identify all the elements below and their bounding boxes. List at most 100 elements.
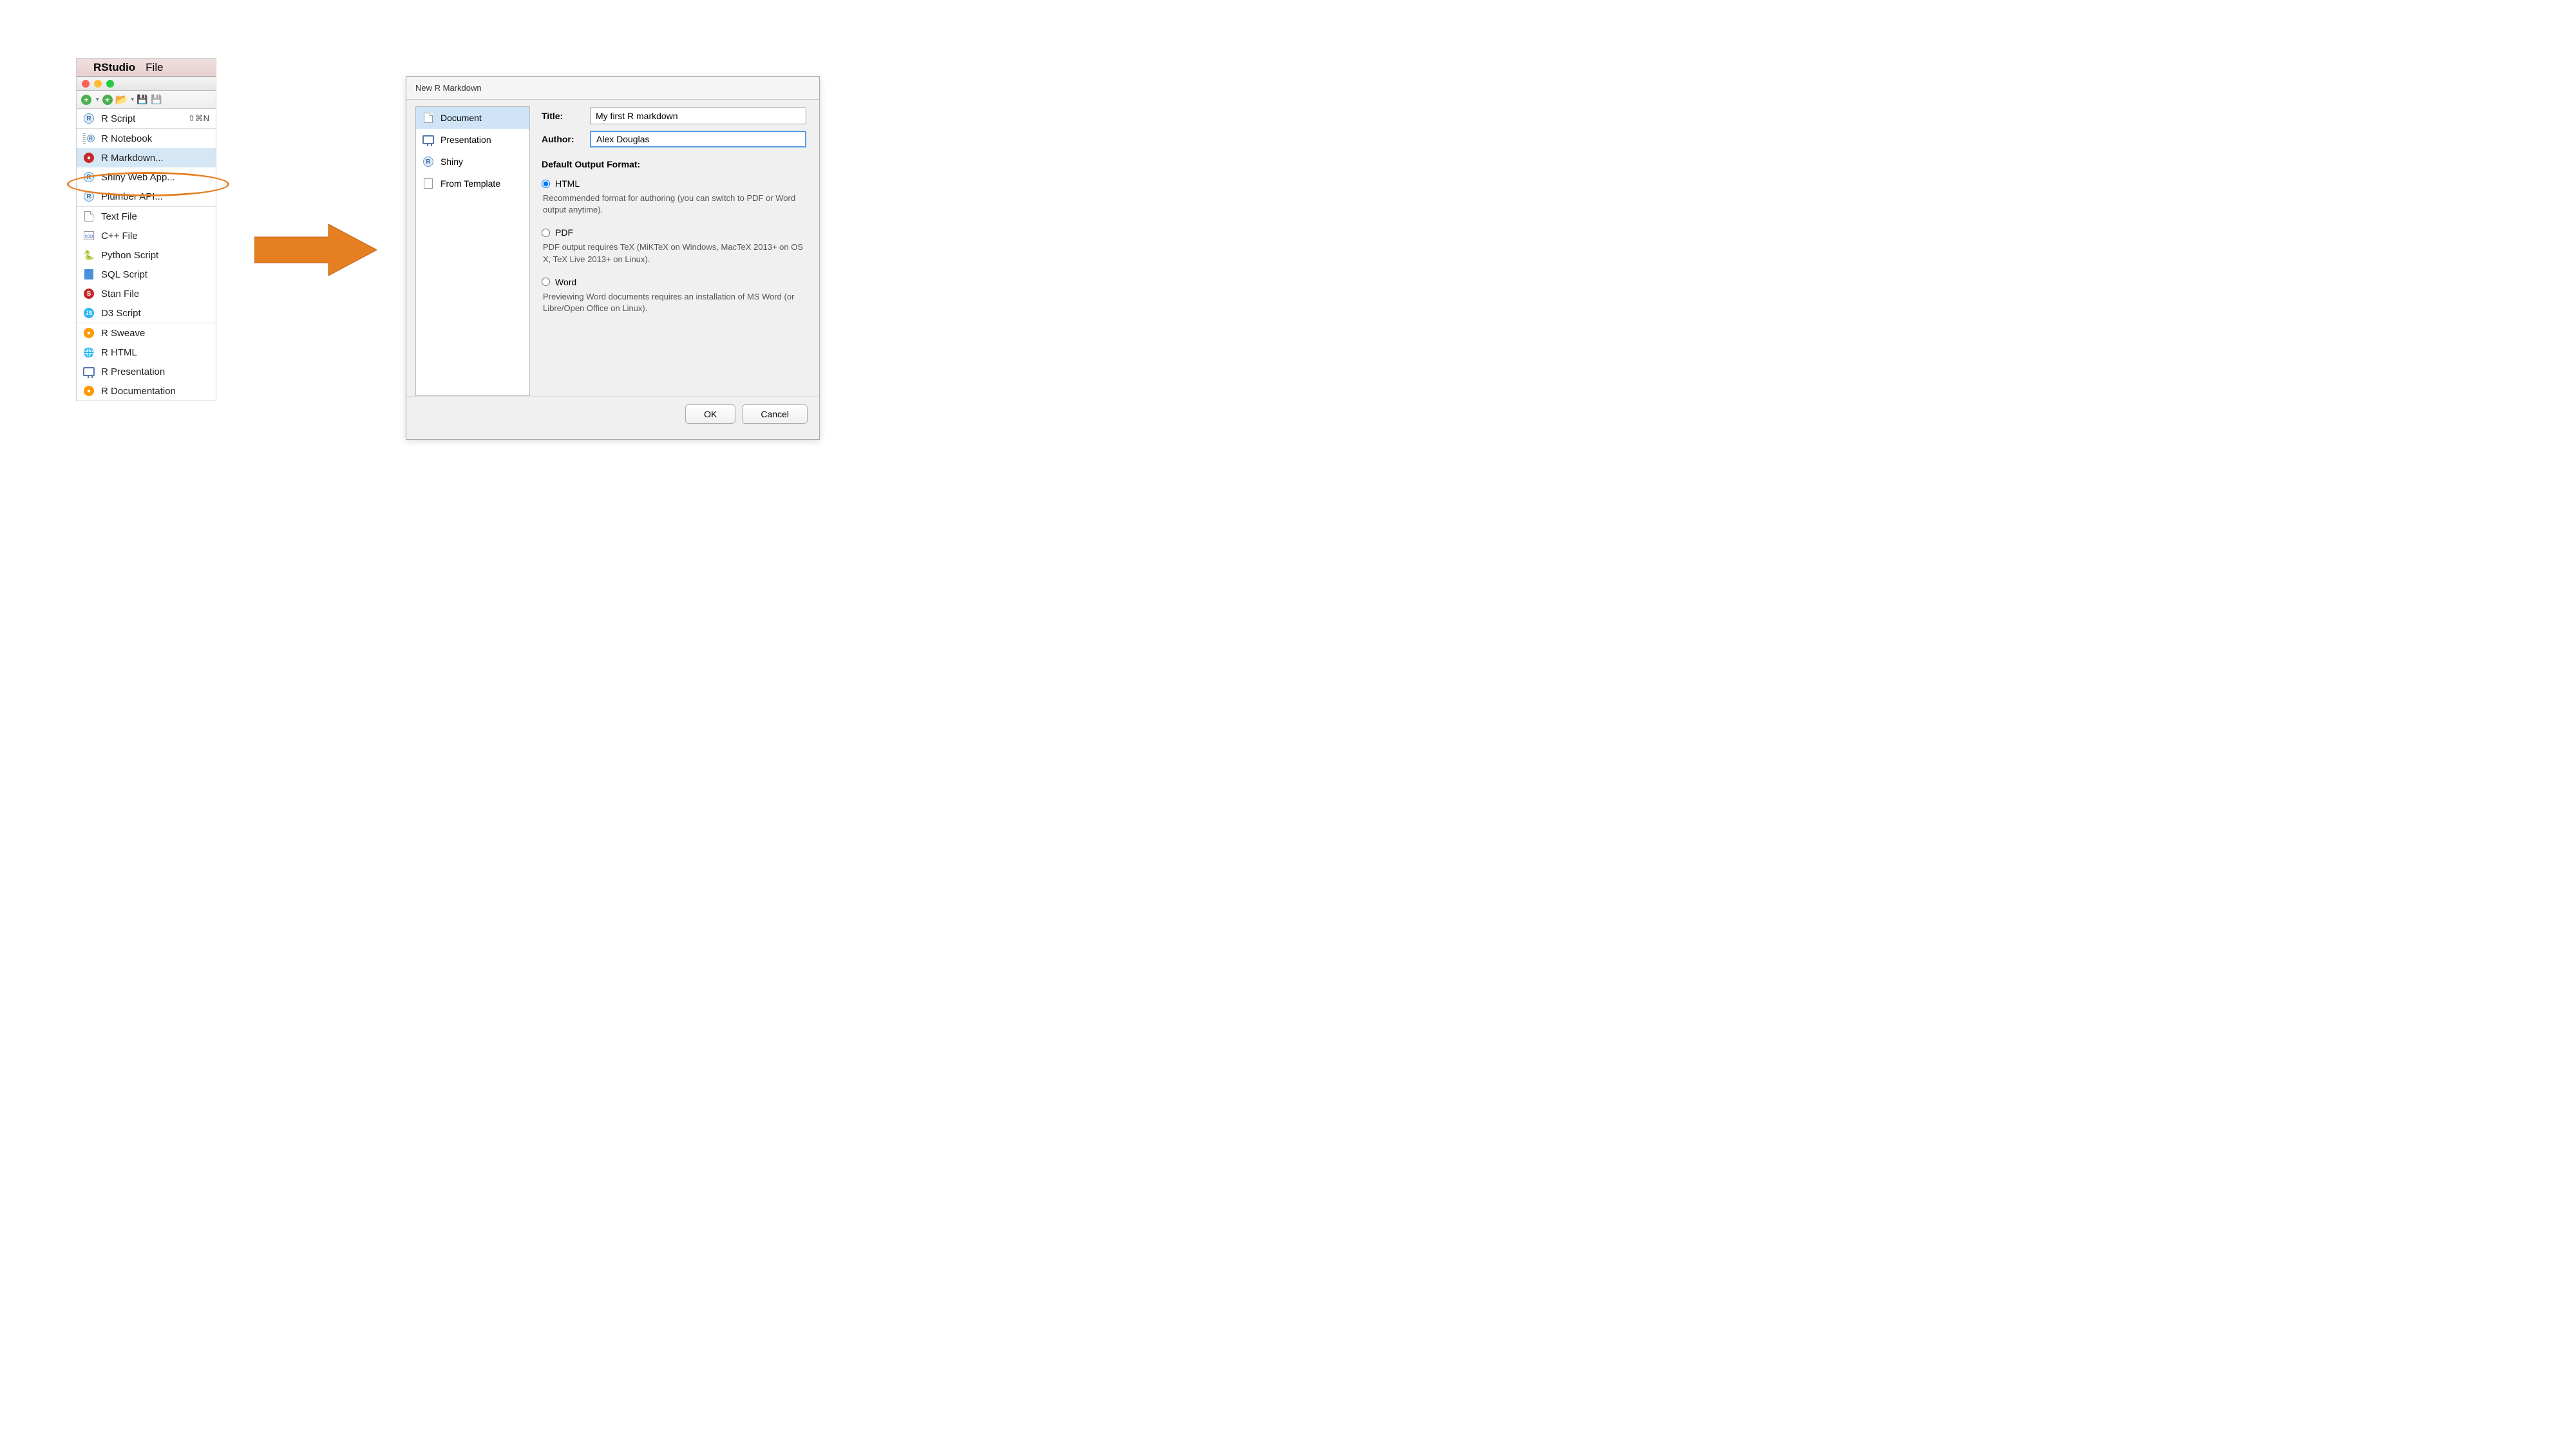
format-description: Previewing Word documents requires an in… (543, 291, 806, 314)
author-label: Author: (542, 134, 583, 144)
presentation-icon (422, 134, 434, 146)
menu-item-label: Shiny Web App... (101, 172, 175, 183)
mac-menubar: RStudio File (77, 59, 216, 77)
template-icon (422, 178, 434, 189)
sidebar-item-label: From Template (440, 178, 500, 189)
notebook-icon: R (83, 133, 95, 144)
sidebar-item-presentation[interactable]: Presentation (416, 129, 529, 151)
menu-item-r-presentation[interactable]: R Presentation (77, 362, 216, 381)
menu-item-r-sweave[interactable]: ● R Sweave (77, 323, 216, 343)
menu-item-label: R Notebook (101, 133, 152, 144)
format-description: Recommended format for authoring (you ca… (543, 193, 806, 216)
python-icon: 🐍 (83, 249, 95, 261)
menu-item-plumber-api[interactable]: R Plumber API... (77, 187, 216, 206)
maximize-window-button[interactable] (106, 80, 114, 88)
dialog-body: Document Presentation R Shiny From Templ… (406, 100, 819, 396)
format-option-html: HTML Recommended format for authoring (y… (542, 178, 806, 216)
sidebar-item-label: Shiny (440, 156, 463, 167)
rstudio-toolbar: + ▾ + 📂 ▾ 💾 💾 (77, 91, 216, 109)
menu-item-label: R Documentation (101, 386, 176, 397)
sidebar-item-shiny[interactable]: R Shiny (416, 151, 529, 173)
new-rmarkdown-dialog: New R Markdown Document Presentation R S… (406, 76, 820, 440)
presentation-icon (83, 366, 95, 377)
menu-item-shiny-web-app[interactable]: R Shiny Web App... (77, 167, 216, 187)
sidebar-item-from-template[interactable]: From Template (416, 173, 529, 194)
dialog-content: Title: Author: Default Output Format: HT… (530, 100, 819, 396)
shiny-icon: R (422, 156, 434, 167)
sidebar-item-document[interactable]: Document (416, 107, 529, 129)
menu-item-r-html[interactable]: 🌐 R HTML (77, 343, 216, 362)
menu-item-d3-script[interactable]: JS D3 Script (77, 303, 216, 323)
new-file-menu: R R Script ⇧⌘N R R Notebook ● R Markdown… (77, 109, 216, 401)
rdoc-icon: ● (83, 385, 95, 397)
format-description: PDF output requires TeX (MiKTeX on Windo… (543, 242, 806, 265)
cancel-button[interactable]: Cancel (742, 404, 808, 424)
dialog-title: New R Markdown (406, 77, 819, 100)
title-input[interactable] (590, 108, 806, 124)
author-input[interactable] (590, 131, 806, 147)
sidebar-item-label: Document (440, 113, 482, 123)
ok-button[interactable]: OK (685, 404, 735, 424)
menu-item-label: Text File (101, 211, 137, 222)
file-menu[interactable]: File (140, 61, 168, 74)
sidebar-item-label: Presentation (440, 135, 491, 145)
dialog-footer: OK Cancel (406, 396, 819, 431)
menu-item-label: Plumber API... (101, 191, 163, 202)
format-label: HTML (555, 178, 580, 189)
radio-word[interactable] (542, 278, 550, 286)
menu-item-label: D3 Script (101, 308, 141, 319)
output-format-heading: Default Output Format: (542, 159, 806, 169)
menu-item-label: Python Script (101, 250, 158, 261)
menu-item-cpp-file[interactable]: cpp C++ File (77, 226, 216, 245)
menu-item-label: R Script (101, 113, 135, 124)
menu-item-r-notebook[interactable]: R R Notebook (77, 129, 216, 148)
new-file-icon[interactable]: + (80, 94, 92, 106)
title-label: Title: (542, 111, 583, 121)
save-all-icon[interactable]: 💾 (151, 94, 162, 106)
radio-pdf[interactable] (542, 229, 550, 237)
dropdown-icon[interactable]: ▾ (131, 96, 135, 103)
text-file-icon (83, 211, 95, 222)
app-name[interactable]: RStudio (88, 61, 140, 74)
format-option-pdf: PDF PDF output requires TeX (MiKTeX on W… (542, 227, 806, 265)
minimize-window-button[interactable] (94, 80, 102, 88)
format-label: PDF (555, 227, 573, 238)
menu-item-label: R HTML (101, 347, 137, 358)
close-window-button[interactable] (82, 80, 90, 88)
menu-item-sql-script[interactable]: SQL Script (77, 265, 216, 284)
dropdown-icon[interactable]: ▾ (96, 96, 99, 103)
shortcut-text: ⇧⌘N (188, 113, 209, 124)
menu-item-label: Stan File (101, 289, 139, 299)
plumber-icon: R (83, 191, 95, 202)
menu-item-label: C++ File (101, 231, 138, 242)
menu-item-r-documentation[interactable]: ● R Documentation (77, 381, 216, 401)
r-script-icon: R (83, 113, 95, 124)
sweave-icon: ● (83, 327, 95, 339)
stan-icon: S (83, 288, 95, 299)
menu-item-label: R Markdown... (101, 153, 164, 164)
menu-item-label: R Presentation (101, 366, 165, 377)
rmarkdown-icon: ● (83, 152, 95, 164)
dialog-sidebar: Document Presentation R Shiny From Templ… (415, 106, 530, 396)
radio-html[interactable] (542, 180, 550, 188)
menu-item-r-markdown[interactable]: ● R Markdown... (77, 148, 216, 167)
arrow-annotation (254, 224, 377, 276)
menu-item-r-script[interactable]: R R Script ⇧⌘N (77, 109, 216, 128)
format-label: Word (555, 277, 576, 287)
new-file-menu-panel: RStudio File + ▾ + 📂 ▾ 💾 💾 R R Script ⇧⌘… (76, 58, 216, 401)
cpp-icon: cpp (83, 230, 95, 242)
menu-item-label: SQL Script (101, 269, 147, 280)
window-controls (77, 77, 216, 91)
menu-item-text-file[interactable]: Text File (77, 207, 216, 226)
d3-icon: JS (83, 307, 95, 319)
menu-item-python-script[interactable]: 🐍 Python Script (77, 245, 216, 265)
save-icon[interactable]: 💾 (137, 94, 148, 106)
format-option-word: Word Previewing Word documents requires … (542, 277, 806, 314)
html-icon: 🌐 (83, 346, 95, 358)
menu-item-stan-file[interactable]: S Stan File (77, 284, 216, 303)
new-project-icon[interactable]: + (102, 94, 113, 106)
sql-icon (83, 269, 95, 280)
document-icon (422, 112, 434, 124)
shiny-icon: R (83, 171, 95, 183)
open-folder-icon[interactable]: 📂 (116, 94, 128, 106)
